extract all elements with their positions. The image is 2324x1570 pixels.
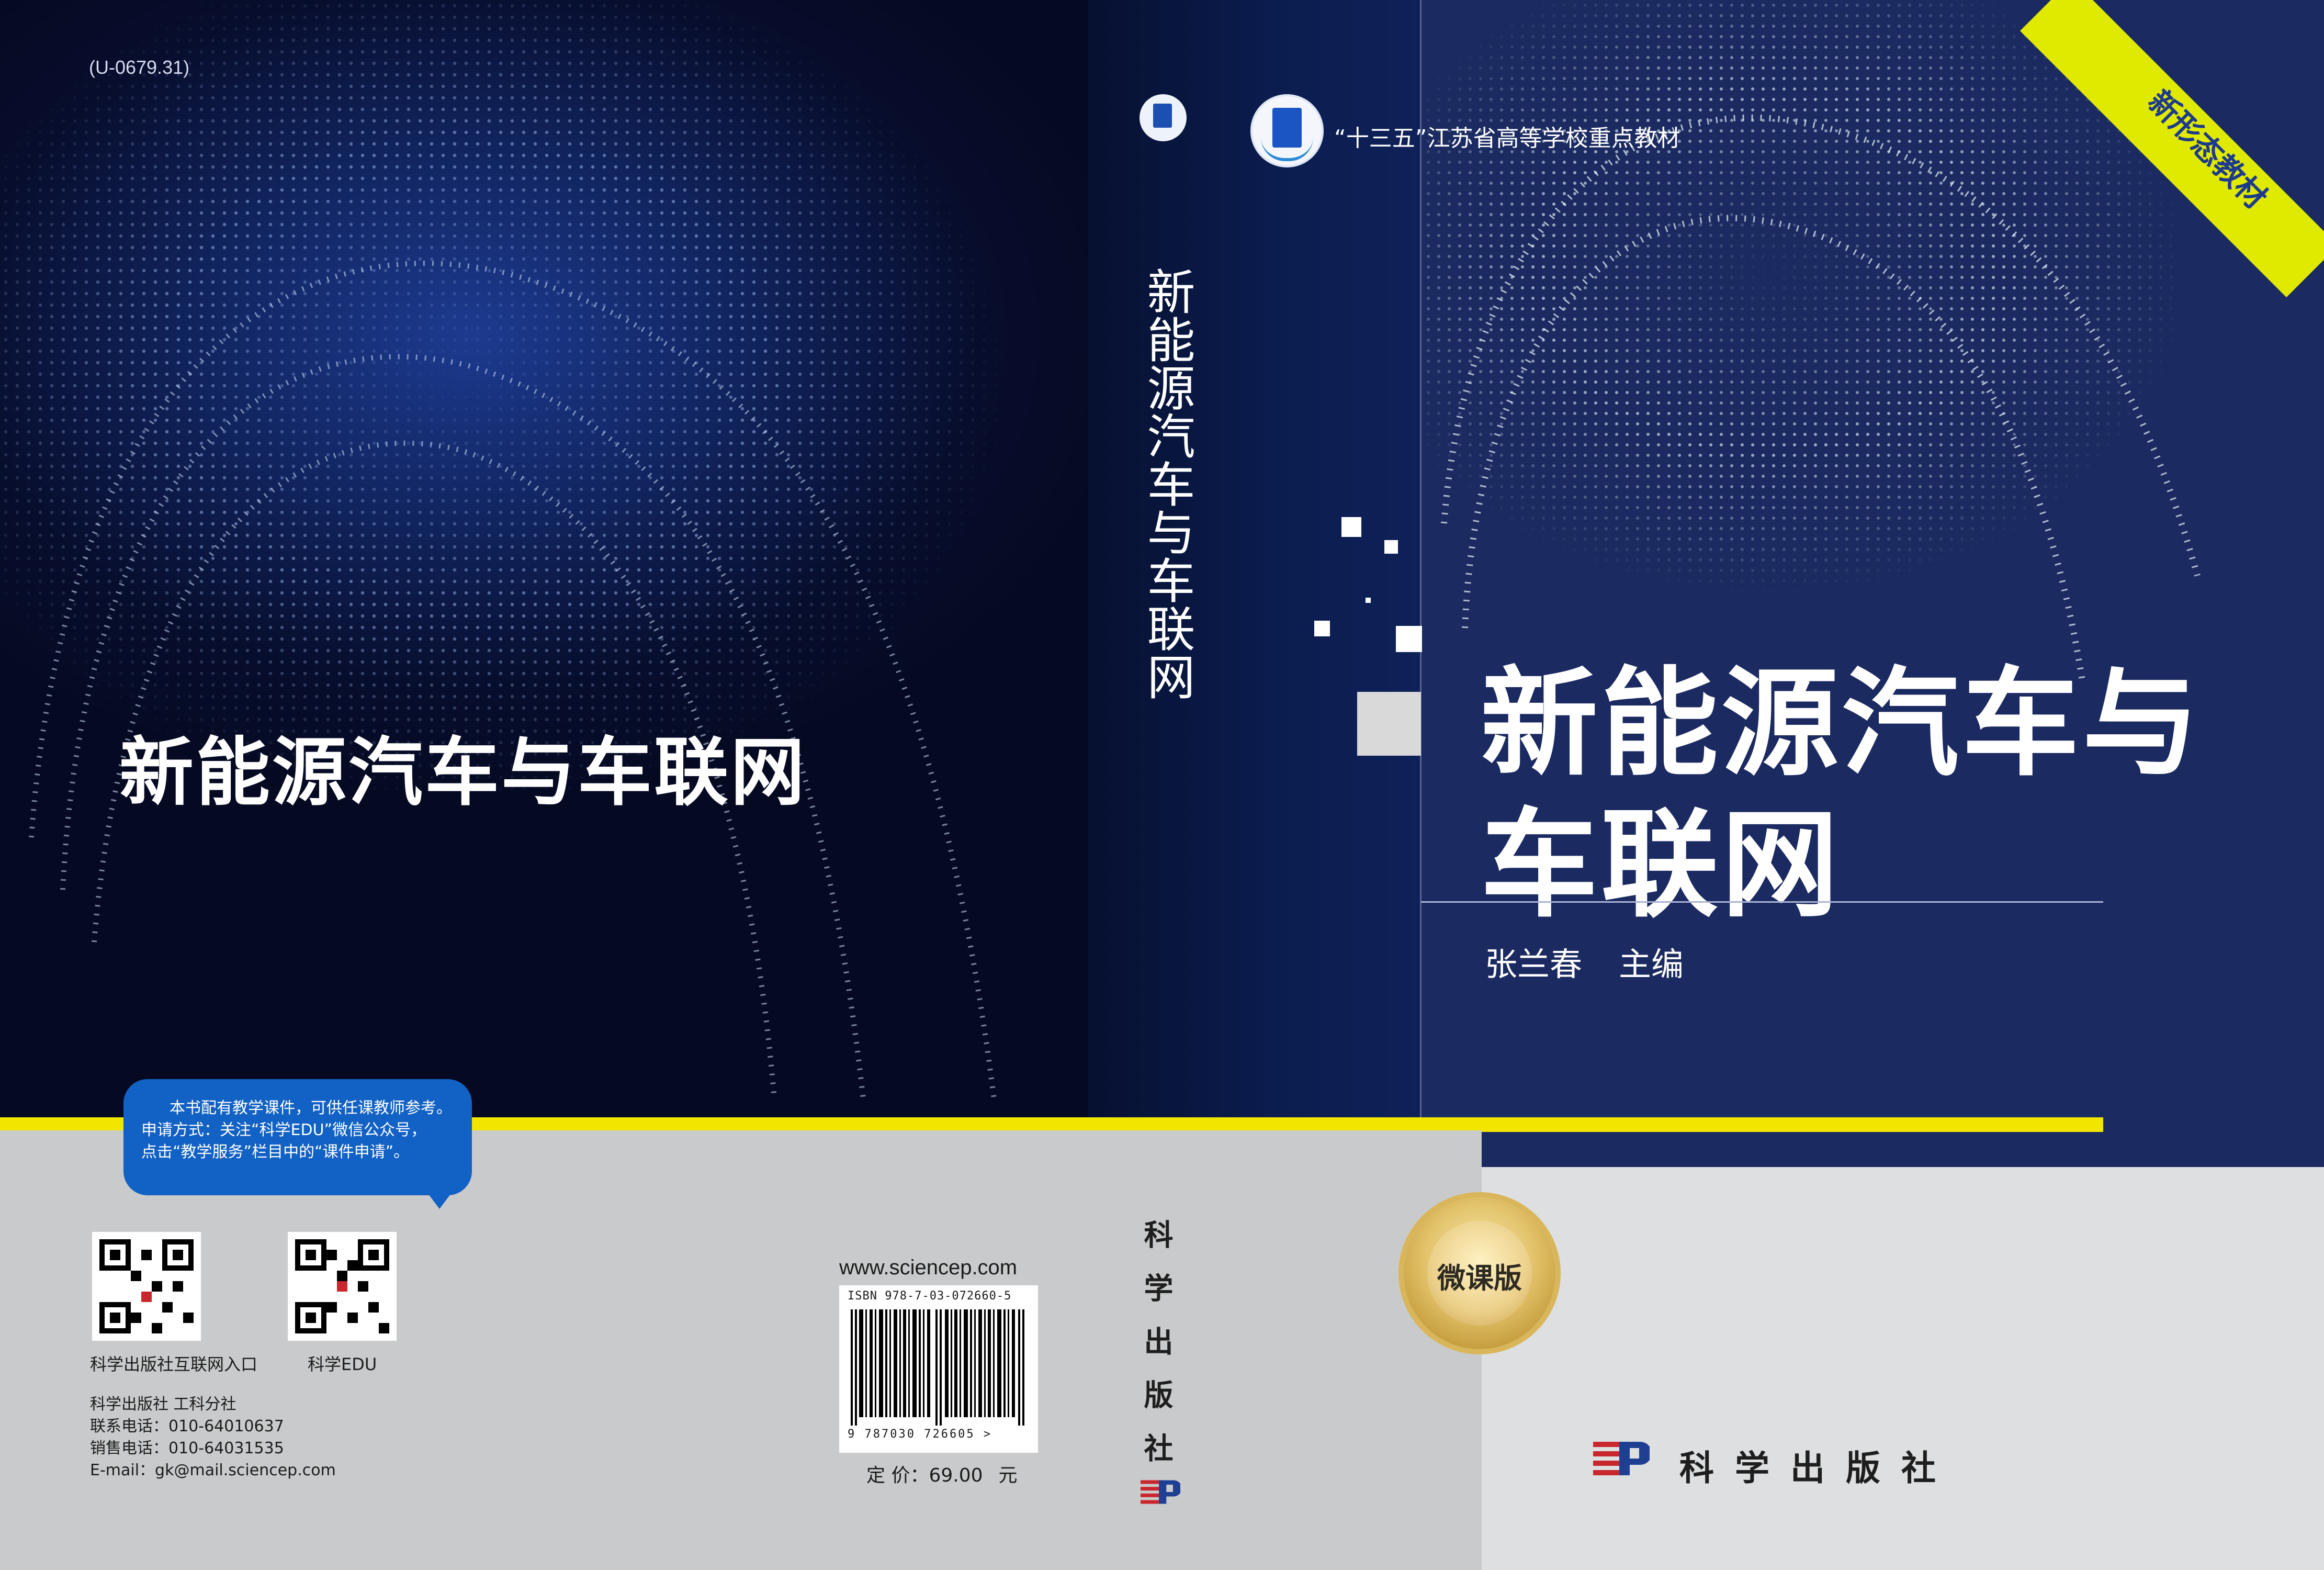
author-role: 主编 — [1619, 945, 1684, 983]
front-title-line2: 车联网 — [1481, 795, 1842, 933]
series-title: “十三五”江苏省高等学校重点教材 — [1334, 125, 1680, 152]
decorative-square — [1396, 626, 1422, 652]
decorative-square — [1314, 621, 1330, 636]
textbook-badge-icon — [1250, 94, 1324, 167]
notice-line1: 本书配有教学课件，可供任课教师参考。 — [170, 1099, 452, 1117]
qr-code-icon — [92, 1232, 201, 1341]
isbn-barcode: ISBN 978-7-03-072660-5 9 787030 726605 > — [839, 1285, 1038, 1453]
textbook-badge-icon — [1140, 94, 1187, 141]
qr-code-icon — [288, 1232, 397, 1341]
book-cover: (U-0679.31) 新能源汽车与车联网 新能源汽车与车联网 “十三五”江苏省… — [0, 0, 2324, 1570]
author-line: 张兰春 主编 — [1485, 938, 1684, 985]
author-name: 张兰春 — [1485, 945, 1583, 983]
back-cover-title: 新能源汽车与车联网 — [119, 729, 807, 816]
price: 定 价：69.00 元 — [866, 1460, 1018, 1487]
notice-bubble-tail — [424, 1188, 455, 1209]
front-bottom-panel — [1482, 1167, 2324, 1570]
notice-line3: 点击“教学服务”栏目中的“课件申请”。 — [141, 1143, 410, 1161]
contact-email: E-mail：gk@mail.sciencep.com — [90, 1461, 336, 1479]
website-url: www.sciencep.com — [839, 1256, 1018, 1279]
title-divider — [1421, 901, 2103, 903]
spine-front-divider — [1420, 0, 1422, 1117]
catalog-id: (U-0679.31) — [89, 57, 190, 78]
seal-label: 微课版 — [1437, 1262, 1522, 1295]
science-press-logo-icon — [1593, 1442, 1650, 1475]
decorative-square — [1366, 598, 1371, 603]
barcode-digits: 9 787030 726605 > — [848, 1428, 992, 1441]
spine-publisher: 科学出版社 — [1139, 1219, 1174, 1486]
science-press-logo-icon — [1141, 1480, 1180, 1504]
barcode-icon — [851, 1309, 1024, 1426]
decorative-square — [1384, 540, 1398, 554]
qr-label-website: 科学出版社互联网入口 — [90, 1354, 258, 1374]
contact-phone: 联系电话：010-64010637 — [90, 1417, 284, 1436]
publisher-name: 科学出版社 — [1679, 1448, 1957, 1488]
decorative-square — [1341, 517, 1361, 537]
price-label: 定 价：69.00 — [866, 1465, 983, 1486]
back-bottom-panel — [0, 1130, 1482, 1570]
micro-course-seal: 微课版 — [1404, 1197, 1555, 1349]
notice-line2: 申请方式：关注“科学EDU”微信公众号， — [141, 1121, 427, 1139]
contact-publisher: 科学出版社 工科分社 — [90, 1395, 236, 1414]
decorative-square — [1357, 692, 1421, 756]
contact-sales: 销售电话：010-64031535 — [90, 1439, 284, 1457]
price-unit: 元 — [998, 1465, 1018, 1486]
qr-label-edu: 科学EDU — [308, 1354, 377, 1374]
isbn-text: ISBN 978-7-03-072660-5 — [848, 1289, 1012, 1303]
spine-title: 新能源汽车与车联网 — [1139, 267, 1195, 700]
